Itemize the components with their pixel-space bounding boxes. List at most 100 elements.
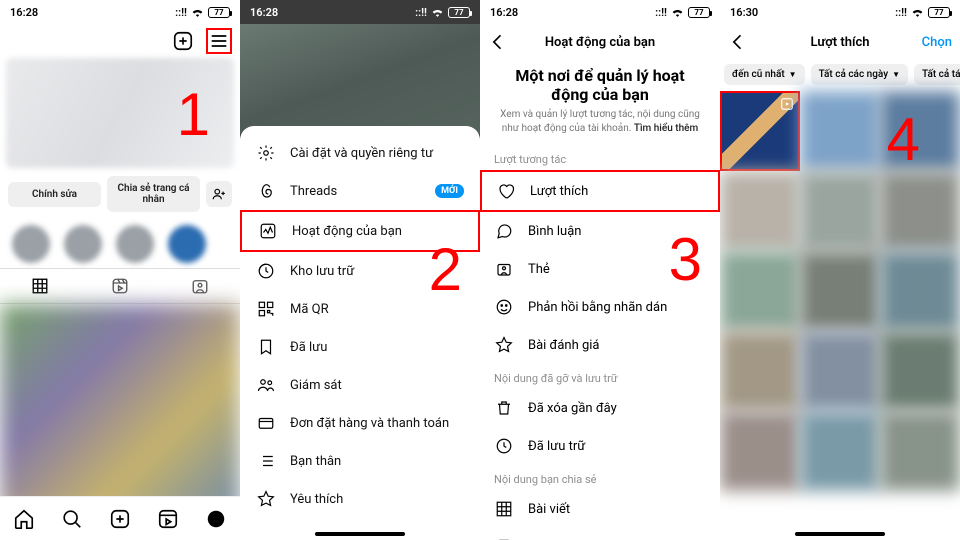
signal-icon: ::!! xyxy=(655,6,667,19)
menu-favorites[interactable]: Yêu thích xyxy=(240,480,480,518)
review-icon xyxy=(494,336,514,354)
filter-date[interactable]: Tất cả các ngày▼ xyxy=(811,64,908,85)
edit-profile-button[interactable]: Chính sửa xyxy=(8,182,101,207)
section-shared-label: Nội dung bạn chia sẻ xyxy=(480,465,720,490)
profile-nav-icon[interactable] xyxy=(205,508,227,530)
star-icon xyxy=(256,490,276,508)
filter-sort[interactable]: đến cũ nhất▼ xyxy=(724,64,805,85)
grid-thumbnail[interactable] xyxy=(720,251,800,331)
item-recently-deleted[interactable]: Đã xóa gần đây xyxy=(480,389,720,427)
supervision-icon xyxy=(256,376,276,394)
reels-tab[interactable] xyxy=(80,269,160,303)
item-label: Bài đánh giá xyxy=(528,338,600,353)
create-icon[interactable] xyxy=(109,508,131,530)
settings-menu-sheet: Cài đặt và quyền riêng tư Threads MỚI Ho… xyxy=(240,126,480,540)
battery-icon: 77 xyxy=(448,7,470,18)
hamburger-menu-icon[interactable] xyxy=(206,28,232,54)
search-icon[interactable] xyxy=(61,508,83,530)
menu-label: Yêu thích xyxy=(290,492,343,507)
signal-icon: ::!! xyxy=(175,6,187,19)
tagged-tab[interactable] xyxy=(160,269,240,303)
menu-orders-payments[interactable]: Đơn đặt hàng và thanh toán xyxy=(240,404,480,442)
back-button[interactable] xyxy=(488,32,508,52)
step-number-1: 1 xyxy=(177,80,210,149)
menu-label: Đơn đặt hàng và thanh toán xyxy=(290,416,449,431)
item-reels-partial[interactable]: Reels xyxy=(480,528,720,540)
item-label: Đã lưu trữ xyxy=(528,439,585,454)
select-button[interactable]: Chọn xyxy=(922,35,952,50)
back-button[interactable] xyxy=(728,32,748,52)
menu-label: Cài đặt và quyền riêng tư xyxy=(290,146,433,161)
grid-thumbnail[interactable] xyxy=(720,91,800,171)
grid-thumbnail[interactable] xyxy=(880,251,960,331)
header-title: Lượt thích xyxy=(810,35,869,50)
discover-people-button[interactable] xyxy=(206,181,232,207)
payments-icon xyxy=(256,414,276,432)
grid-thumbnail[interactable] xyxy=(800,91,880,171)
grid-thumbnail[interactable] xyxy=(720,411,800,491)
profile-action-row: Chính sửa Chia sẻ trang cá nhân xyxy=(0,168,240,220)
status-time: 16:28 xyxy=(250,6,278,19)
reels-nav-icon[interactable] xyxy=(157,508,179,530)
learn-more-link[interactable]: Tìm hiểu thêm xyxy=(634,123,698,134)
liked-posts-grid xyxy=(720,91,960,491)
share-profile-button[interactable]: Chia sẻ trang cá nhân xyxy=(107,176,200,212)
grid-thumbnail[interactable] xyxy=(880,411,960,491)
status-bar: 16:28 ::!! 77 xyxy=(480,0,720,24)
grid-thumbnail[interactable] xyxy=(720,331,800,411)
filter-chips-row: đến cũ nhất▼ Tất cả các ngày▼ Tất cả tác… xyxy=(720,60,960,91)
activity-icon xyxy=(258,222,278,240)
story-highlights-blurred xyxy=(0,220,240,268)
grid-thumbnail[interactable] xyxy=(800,331,880,411)
wifi-icon xyxy=(191,7,204,17)
archive-icon xyxy=(256,262,276,280)
hero-subtitle: Xem và quản lý lượt tương tác, nội dung … xyxy=(498,108,702,135)
item-archived[interactable]: Đã lưu trữ xyxy=(480,427,720,465)
menu-label: Đã lưu xyxy=(290,340,327,355)
status-time: 16:30 xyxy=(730,6,758,19)
grid-thumbnail[interactable] xyxy=(880,331,960,411)
grid-thumbnail[interactable] xyxy=(800,171,880,251)
home-icon[interactable] xyxy=(13,508,35,530)
home-indicator xyxy=(315,532,405,536)
grid-thumbnail[interactable] xyxy=(800,411,880,491)
menu-close-friends[interactable]: Bạn thân xyxy=(240,442,480,480)
header-title: Hoạt động của bạn xyxy=(545,35,655,50)
item-posts[interactable]: Bài viết xyxy=(480,490,720,528)
wifi-icon xyxy=(671,7,684,17)
menu-supervision[interactable]: Giám sát xyxy=(240,366,480,404)
menu-label: Threads xyxy=(290,184,337,199)
create-post-icon[interactable] xyxy=(170,28,196,54)
wifi-icon xyxy=(911,7,924,17)
menu-saved[interactable]: Đã lưu xyxy=(240,328,480,366)
grid-thumbnail[interactable] xyxy=(720,171,800,251)
dimmed-background xyxy=(240,24,480,134)
grid-thumbnail[interactable] xyxy=(880,171,960,251)
menu-label: Mã QR xyxy=(290,302,329,317)
menu-settings-privacy[interactable]: Cài đặt và quyền riêng tư xyxy=(240,134,480,172)
gear-icon xyxy=(256,144,276,162)
profile-header xyxy=(0,24,240,58)
threads-icon xyxy=(256,182,276,200)
filter-author[interactable]: Tất cả tác giả▼ xyxy=(914,64,960,85)
item-likes[interactable]: Lượt thích xyxy=(480,170,720,212)
home-indicator xyxy=(795,532,885,536)
menu-threads[interactable]: Threads MỚI xyxy=(240,172,480,210)
section-removed-label: Nội dung đã gỡ và lưu trữ xyxy=(480,364,720,389)
screenshot-pane-1: 16:28 ::!! 77 1 Chính sửa Chia sẻ trang … xyxy=(0,0,240,540)
reels-indicator-icon xyxy=(780,97,794,111)
menu-label: Kho lưu trữ xyxy=(290,264,354,279)
new-badge: MỚI xyxy=(435,184,464,198)
item-reviews[interactable]: Bài đánh giá xyxy=(480,326,720,364)
likes-header: Lượt thích Chọn xyxy=(720,24,960,60)
screenshot-pane-3: 16:28 ::!! 77 Hoạt động của bạn Một nơi … xyxy=(480,0,720,540)
status-right: ::!! 77 xyxy=(175,6,230,19)
menu-label: Hoạt động của bạn xyxy=(292,224,402,239)
battery-icon: 77 xyxy=(928,7,950,18)
posts-grid-tab[interactable] xyxy=(0,269,80,303)
grid-thumbnail[interactable] xyxy=(800,251,880,331)
menu-label: Giám sát xyxy=(290,378,342,393)
grid-icon xyxy=(494,500,514,518)
item-label: Phản hồi bằng nhãn dán xyxy=(528,300,667,315)
comment-icon xyxy=(494,222,514,240)
